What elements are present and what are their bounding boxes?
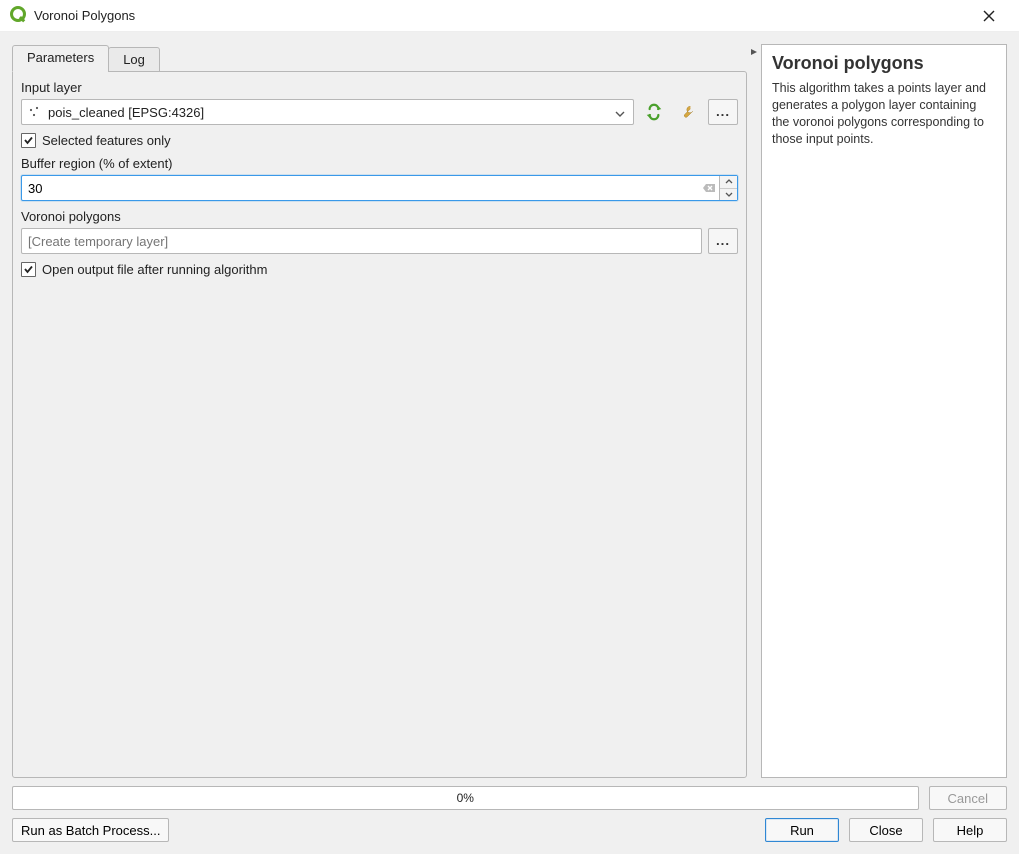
progress-bar: 0%: [12, 786, 919, 810]
tab-log[interactable]: Log: [108, 47, 160, 72]
selected-features-row: Selected features only: [21, 133, 738, 148]
open-output-checkbox[interactable]: [21, 262, 36, 277]
chevron-down-icon[interactable]: [611, 105, 629, 120]
browse-output-button[interactable]: ...: [708, 228, 738, 254]
output-row: ...: [21, 228, 738, 254]
window-close-button[interactable]: [969, 2, 1009, 30]
input-layer-combo[interactable]: pois_cleaned [EPSG:4326]: [21, 99, 634, 125]
help-title: Voronoi polygons: [772, 53, 996, 74]
input-layer-label: Input layer: [21, 80, 738, 95]
buffer-spinbox: [21, 175, 738, 201]
close-button[interactable]: Close: [849, 818, 923, 842]
close-icon: [983, 10, 995, 22]
dialog-body: Parameters Log Input layer po: [0, 32, 1019, 854]
buttons-row: Run as Batch Process... Run Close Help: [12, 818, 1007, 842]
buffer-row: [21, 175, 738, 201]
output-label: Voronoi polygons: [21, 209, 738, 224]
open-output-label: Open output file after running algorithm: [42, 262, 267, 277]
advanced-options-button[interactable]: [674, 99, 702, 125]
tab-content-parameters: Input layer pois_cleaned [EPSG:4326]: [12, 71, 747, 778]
window-title: Voronoi Polygons: [34, 8, 135, 23]
help-collapse-toggle[interactable]: [747, 44, 761, 778]
triangle-right-icon: [750, 48, 758, 56]
input-layer-value: pois_cleaned [EPSG:4326]: [48, 105, 611, 120]
browse-input-button[interactable]: ...: [708, 99, 738, 125]
title-bar: Voronoi Polygons: [0, 0, 1019, 32]
help-body: This algorithm takes a points layer and …: [772, 80, 996, 148]
cancel-button: Cancel: [929, 786, 1007, 810]
buffer-spin-up[interactable]: [720, 176, 737, 189]
help-panel: Voronoi polygons This algorithm takes a …: [761, 44, 1007, 778]
buffer-clear-button[interactable]: [699, 176, 719, 200]
main-row: Parameters Log Input layer po: [12, 44, 1007, 778]
output-path-input[interactable]: [21, 228, 702, 254]
buffer-label: Buffer region (% of extent): [21, 156, 738, 171]
left-panel: Parameters Log Input layer po: [12, 44, 747, 778]
refresh-icon: [646, 102, 662, 122]
progress-text: 0%: [457, 791, 474, 805]
run-as-batch-button[interactable]: Run as Batch Process...: [12, 818, 169, 842]
buffer-spin-down[interactable]: [720, 189, 737, 201]
input-layer-row: pois_cleaned [EPSG:4326]: [21, 99, 738, 125]
app-icon: [10, 5, 28, 26]
checkmark-icon: [23, 135, 34, 146]
open-output-row: Open output file after running algorithm: [21, 262, 738, 277]
point-layer-icon: [28, 105, 42, 119]
ellipsis-icon: ...: [716, 109, 730, 115]
iterate-button[interactable]: [640, 99, 668, 125]
help-button[interactable]: Help: [933, 818, 1007, 842]
tabs: Parameters Log: [12, 44, 747, 72]
buffer-input[interactable]: [22, 176, 699, 200]
chevron-down-icon: [725, 192, 733, 197]
checkmark-icon: [23, 264, 34, 275]
selected-features-label: Selected features only: [42, 133, 171, 148]
wrench-icon: [680, 102, 696, 122]
chevron-up-icon: [725, 179, 733, 184]
progress-row: 0% Cancel: [12, 786, 1007, 810]
backspace-icon: [702, 183, 716, 193]
run-button[interactable]: Run: [765, 818, 839, 842]
selected-features-checkbox[interactable]: [21, 133, 36, 148]
bottom-area: 0% Cancel Run as Batch Process... Run Cl…: [12, 786, 1007, 842]
tab-parameters[interactable]: Parameters: [12, 45, 109, 72]
ellipsis-icon: ...: [716, 238, 730, 244]
